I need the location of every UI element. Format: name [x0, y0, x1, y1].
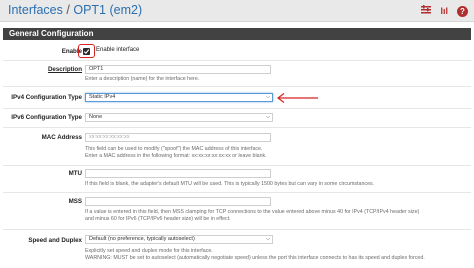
help-icon[interactable]: ?	[457, 5, 468, 17]
mac-help-line2: Enter a MAC address in the following for…	[85, 153, 267, 159]
chevron-down-icon: ⌵	[266, 236, 270, 242]
speed-duplex-help-line2: WARNING: MUST be set to autoselect (auto…	[85, 255, 425, 261]
speed-duplex-select[interactable]: Default (no preference, typically autose…	[85, 235, 273, 244]
description-row: Description OPT1 Enter a description (na…	[3, 61, 471, 87]
mss-input[interactable]	[85, 197, 271, 206]
mss-label: MSS	[68, 198, 82, 205]
enable-checkbox-label[interactable]: Enable interface	[96, 47, 139, 53]
ipv6-row: IPv6 Configuration Type None ⌵	[3, 109, 471, 128]
speed-duplex-row: Speed and Duplex Default (no preference,…	[3, 230, 471, 268]
chevron-down-icon: ⌵	[266, 94, 270, 100]
mss-help-line2: and minus 60 for IPv6 (TCP/IPv6 header s…	[85, 216, 231, 222]
red-arrow-icon	[277, 93, 318, 103]
mss-help-line1: If a value is entered in this field, the…	[85, 209, 420, 215]
ipv4-select-value: Static IPv4	[89, 94, 116, 100]
top-bar: Interfaces / OPT1 (em2) lıl ?	[0, 0, 474, 22]
mac-help-line1: This field can be used to modify ("spoof…	[85, 146, 263, 152]
ipv4-select[interactable]: Static IPv4 ⌵	[85, 93, 273, 102]
mtu-label: MTU	[68, 170, 82, 177]
enable-highlight	[78, 44, 95, 58]
status-bars-icon[interactable]	[421, 5, 432, 17]
speed-duplex-help-line1: Explicitly set speed and duplex mode for…	[85, 248, 213, 254]
breadcrumb-current[interactable]: OPT1 (em2)	[73, 3, 142, 17]
panel-title: General Configuration	[3, 28, 471, 40]
header-icons: lıl ?	[421, 5, 468, 17]
mtu-row: MTU If this field is blank, the adapter'…	[3, 166, 471, 193]
mtu-input[interactable]	[85, 169, 271, 178]
description-help: Enter a description (name) for the inter…	[85, 76, 200, 82]
mac-address-input[interactable]: xx:xx:xx:xx:xx:xx	[85, 133, 271, 142]
breadcrumb: Interfaces / OPT1 (em2)	[8, 3, 142, 18]
ipv4-label: IPv4 Configuration Type	[11, 94, 82, 101]
ipv6-label: IPv6 Configuration Type	[11, 114, 82, 121]
mtu-help: If this field is blank, the adapter's de…	[85, 181, 375, 187]
ipv6-select-value: None	[89, 114, 103, 120]
description-label: Description	[47, 66, 82, 73]
mss-row: MSS If a value is entered in this field,…	[3, 193, 471, 230]
enable-row: Enable	[3, 41, 471, 61]
ipv6-select[interactable]: None ⌵	[85, 113, 273, 122]
enable-checkbox[interactable]	[83, 48, 90, 55]
chevron-down-icon: ⌵	[266, 114, 270, 120]
speed-duplex-label: Speed and Duplex	[28, 237, 82, 244]
breadcrumb-interfaces-link[interactable]: Interfaces	[8, 3, 63, 17]
mac-label: MAC Address	[41, 134, 82, 141]
ipv4-row: IPv4 Configuration Type Static IPv4 ⌵	[3, 87, 471, 109]
breadcrumb-separator: /	[66, 3, 70, 17]
mac-row: MAC Address xx:xx:xx:xx:xx:xx This field…	[3, 128, 471, 166]
description-input[interactable]: OPT1	[85, 65, 271, 74]
chart-icon[interactable]: lıl	[440, 6, 448, 17]
speed-duplex-select-value: Default (no preference, typically autose…	[89, 236, 195, 242]
